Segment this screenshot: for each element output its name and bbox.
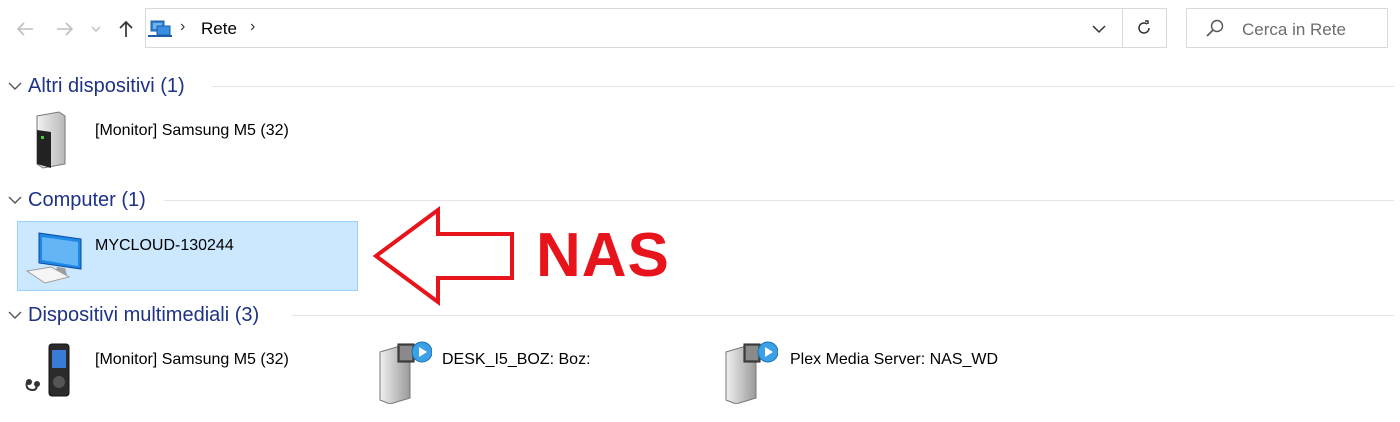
network-icon (148, 20, 172, 37)
up-button[interactable] (112, 14, 140, 44)
group-header-dispositivi-multimediali[interactable]: Dispositivi multimediali (3) (8, 302, 259, 328)
device-tower-icon (36, 111, 66, 169)
chevron-down-icon (8, 311, 22, 319)
group-header-altri-dispositivi[interactable]: Altri dispositivi (1) (8, 73, 185, 99)
chevron-down-icon (8, 82, 22, 90)
item-label: DESK_I5_BOZ: Boz: (442, 351, 591, 368)
breadcrumb-rete[interactable]: Rete (201, 19, 237, 39)
item-label: MYCLOUD-130244 (95, 237, 234, 254)
search-icon (1206, 19, 1224, 37)
recent-locations-button[interactable] (86, 14, 106, 44)
annotation-label: NAS (536, 221, 670, 290)
group-header-computer[interactable]: Computer (1) (8, 187, 146, 213)
chevron-down-icon[interactable] (1092, 25, 1106, 34)
breadcrumb-chevron-icon[interactable]: › (180, 18, 185, 36)
media-player-icon (25, 343, 70, 397)
item-label: Plex Media Server: NAS_WD (790, 351, 999, 368)
item-label: [Monitor] Samsung M5 (32) (95, 122, 289, 139)
item-label: [Monitor] Samsung M5 (32) (95, 351, 289, 368)
group-title: Altri dispositivi (1) (28, 74, 185, 97)
list-item[interactable]: Plex Media Server: NAS_WD (716, 336, 1057, 406)
back-button[interactable] (11, 14, 39, 44)
group-title: Computer (1) (28, 188, 146, 211)
media-server-icon (379, 341, 432, 404)
group-divider (292, 315, 1394, 316)
address-bar[interactable]: › Rete › (145, 8, 1167, 48)
list-item[interactable]: [Monitor] Samsung M5 (32) (17, 336, 358, 406)
back-arrow-icon (16, 22, 33, 36)
up-arrow-icon (119, 20, 133, 37)
media-server-icon (725, 341, 778, 404)
list-item[interactable]: [Monitor] Samsung M5 (32) (17, 105, 358, 175)
group-title: Dispositivi multimediali (3) (28, 303, 260, 326)
forward-arrow-icon (57, 22, 74, 36)
search-placeholder: Cerca in Rete (1242, 20, 1346, 39)
list-item[interactable]: DESK_I5_BOZ: Boz: (368, 336, 709, 406)
left-arrow-outline-icon (372, 206, 514, 306)
refresh-icon[interactable] (1136, 20, 1152, 36)
group-divider (164, 200, 1394, 201)
search-input[interactable]: Cerca in Rete (1186, 8, 1388, 48)
breadcrumb-chevron-icon[interactable]: › (250, 18, 255, 36)
group-divider (212, 86, 1394, 87)
list-item-selected[interactable]: MYCLOUD-130244 (17, 221, 358, 291)
divider (1122, 9, 1123, 47)
forward-button[interactable] (51, 14, 79, 44)
computer-monitor-icon (25, 232, 82, 284)
chevron-down-icon (8, 196, 22, 204)
chevron-down-icon (91, 26, 101, 32)
